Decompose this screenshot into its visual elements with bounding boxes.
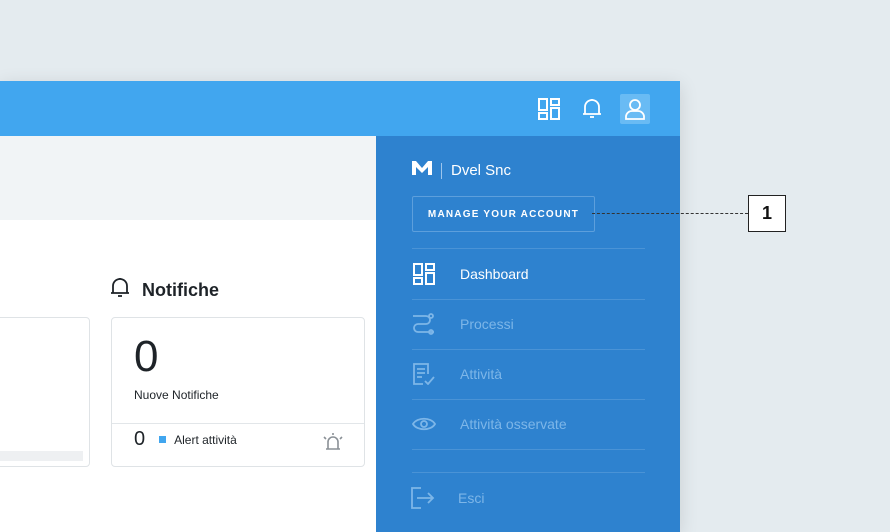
- manage-account-button[interactable]: MANAGE YOUR ACCOUNT: [412, 196, 595, 232]
- new-notifications-count: 0: [134, 332, 159, 381]
- account-side-panel: Dvel Snc MANAGE YOUR ACCOUNT Dashboard P…: [376, 136, 680, 532]
- card-footer-stripe: [0, 451, 83, 461]
- notifications-card[interactable]: 0 Nuove Notifiche 0 Alert attività: [111, 317, 365, 467]
- nav-item-attivita-osservate[interactable]: Attività osservate: [412, 399, 645, 449]
- nav-item-dashboard[interactable]: Dashboard: [412, 249, 645, 299]
- app-window: Notifiche 0 Nuove Notifiche 0 Alert atti…: [0, 81, 680, 532]
- brand-separator: [441, 162, 442, 179]
- nav-label: Dashboard: [460, 266, 529, 282]
- alert-label: Alert attività: [174, 432, 237, 447]
- processes-icon: [412, 312, 436, 336]
- dashboard-grid-icon[interactable]: [534, 94, 564, 124]
- nav-label: Attività osservate: [460, 416, 567, 432]
- dashboard-icon: [412, 262, 436, 286]
- callout-leader-line: [592, 213, 748, 214]
- bell-icon: [110, 277, 130, 304]
- top-bar: [0, 81, 680, 136]
- siren-alarm-icon: [322, 432, 344, 455]
- company-logo-icon: [412, 160, 432, 181]
- card-divider: [112, 423, 364, 424]
- nav-label: Attività: [460, 366, 503, 382]
- alert-count: 0: [134, 428, 146, 450]
- user-icon[interactable]: [620, 94, 650, 124]
- bell-icon[interactable]: [577, 94, 607, 124]
- panel-divider: [412, 449, 645, 450]
- company-name: Dvel Snc: [451, 162, 512, 179]
- new-notifications-label: Nuove Notifiche: [134, 388, 219, 402]
- logout-icon: [411, 486, 435, 510]
- alert-row[interactable]: 0 Alert attività: [134, 428, 237, 451]
- nav-item-processi[interactable]: Processi: [412, 299, 645, 349]
- brand-header: Dvel Snc: [412, 160, 511, 181]
- content-header-band: [0, 136, 376, 220]
- stats-card-left: [0, 317, 90, 467]
- eye-icon: [412, 412, 436, 436]
- logout-button[interactable]: Esci: [411, 473, 644, 523]
- nav-label: Processi: [460, 316, 514, 332]
- alert-indicator-dot: [159, 436, 167, 443]
- nav-item-attivita[interactable]: Attività: [412, 349, 645, 399]
- activity-checklist-icon: [412, 362, 436, 386]
- notifications-title: Notifiche: [142, 280, 220, 300]
- callout-number: 1: [748, 195, 786, 232]
- notifications-heading: Notifiche: [110, 277, 219, 304]
- logout-label: Esci: [458, 490, 485, 506]
